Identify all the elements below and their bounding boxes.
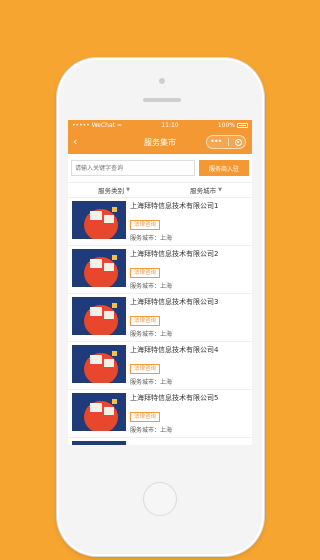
list-item[interactable]: 上海拜特信息技术有限公司2 法律咨询 服务城市：上海: [68, 246, 252, 294]
provider-name: 上海拜特信息技术有限公司3: [130, 298, 219, 306]
list-item[interactable]: [68, 438, 252, 445]
provider-thumbnail: [72, 441, 126, 445]
service-city: 服务城市：上海: [130, 283, 173, 290]
service-city: 服务城市：上海: [130, 379, 173, 386]
service-city: 服务城市：上海: [130, 427, 173, 434]
provider-list: 上海拜特信息技术有限公司1 法律咨询 服务城市：上海 上海拜特信息技术有限公司2…: [68, 198, 252, 445]
filter-bar: 服务类别 ▼ 服务城市 ▼: [68, 182, 252, 198]
filter-category[interactable]: 服务类别 ▼: [68, 183, 160, 197]
more-icon[interactable]: •••: [210, 138, 222, 146]
phone-side-button: [0, 16, 320, 40]
list-item[interactable]: 上海拜特信息技术有限公司1 法律咨询 服务城市：上海: [68, 198, 252, 246]
nav-bar: ‹ 服务集市 •••: [68, 130, 252, 154]
category-tag: 法律咨询: [130, 220, 161, 230]
service-city: 服务城市：上海: [130, 235, 173, 242]
provider-name: 上海拜特信息技术有限公司2: [130, 250, 219, 258]
provider-apply-button[interactable]: 服务商入驻: [199, 160, 249, 176]
chevron-down-icon: ▼: [126, 187, 130, 193]
provider-thumbnail: [72, 201, 126, 239]
filter-label: 服务类别: [98, 187, 125, 195]
provider-thumbnail: [72, 393, 126, 431]
wifi-icon: ≈: [117, 121, 123, 129]
list-item[interactable]: 上海拜特信息技术有限公司3 法律咨询 服务城市：上海: [68, 294, 252, 342]
category-tag: 法律咨询: [130, 268, 161, 278]
provider-name: 上海拜特信息技术有限公司4: [130, 346, 219, 354]
category-tag: 法律咨询: [130, 316, 161, 326]
camera-dot: [159, 78, 165, 84]
provider-thumbnail: [72, 249, 126, 287]
battery-label: 100%: [217, 121, 235, 129]
speaker-slot: [143, 98, 181, 102]
close-circle-icon[interactable]: [234, 138, 242, 146]
service-city: 服务城市：上海: [130, 331, 173, 338]
home-button[interactable]: [143, 482, 177, 516]
category-tag: 法律咨询: [130, 412, 161, 422]
search-input[interactable]: [71, 160, 195, 176]
provider-name: 上海拜特信息技术有限公司1: [130, 202, 219, 210]
filter-city[interactable]: 服务城市 ▼: [160, 183, 252, 197]
app-screen: ••••• WeChat ≈ 11:10 100% ‹ 服务集市 ••• 服务商…: [68, 120, 252, 445]
category-tag: 法律咨询: [130, 364, 161, 374]
provider-thumbnail: [72, 345, 126, 383]
capsule-divider: [227, 138, 229, 146]
battery-icon: [236, 122, 248, 128]
list-item[interactable]: 上海拜特信息技术有限公司4 法律咨询 服务城市：上海: [68, 342, 252, 390]
mini-program-capsule: •••: [206, 135, 246, 149]
provider-name: 上海拜特信息技术有限公司5: [130, 394, 219, 402]
search-row: 服务商入驻: [68, 154, 252, 182]
status-time: 11:10: [161, 121, 179, 129]
phone-side-button: [0, 0, 320, 16]
signal-icon: •••••: [72, 121, 90, 129]
list-item[interactable]: 上海拜特信息技术有限公司5 法律咨询 服务城市：上海: [68, 390, 252, 438]
chevron-down-icon: ▼: [218, 187, 222, 193]
carrier-label: WeChat: [91, 121, 115, 129]
status-bar: ••••• WeChat ≈ 11:10 100%: [68, 120, 252, 130]
filter-label: 服务城市: [190, 187, 217, 195]
provider-thumbnail: [72, 297, 126, 335]
